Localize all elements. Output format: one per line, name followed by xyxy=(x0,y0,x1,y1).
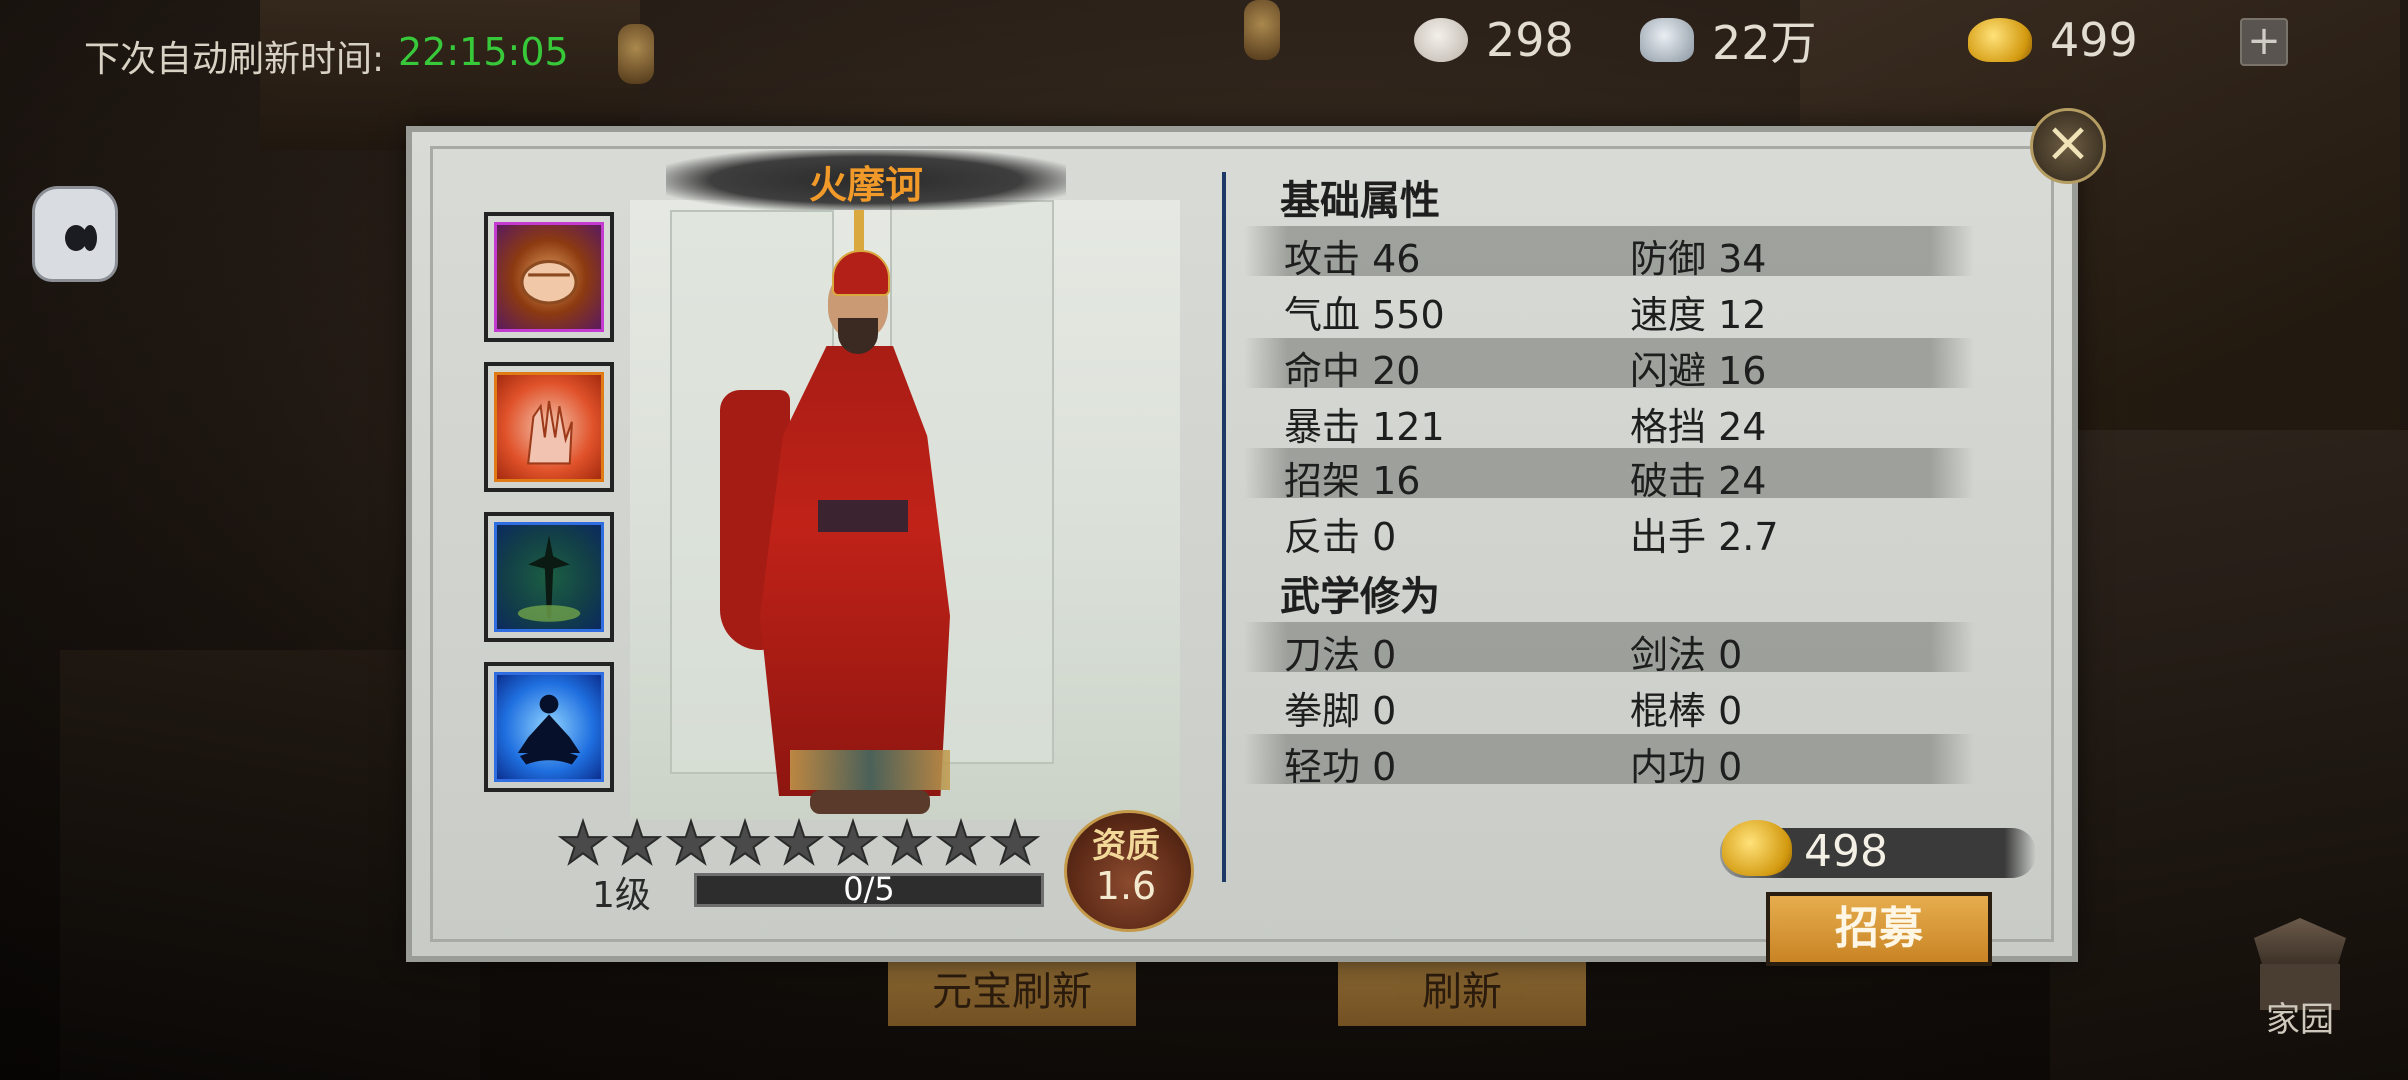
exp-progress-text: 0/5 xyxy=(843,870,895,908)
stat-speed: 速度 12 xyxy=(1630,293,1767,337)
basic-attributes-title: 基础属性 xyxy=(1280,178,1440,224)
stat-row: 反击 0 出手 2.7 xyxy=(1244,504,1974,559)
hero-hat xyxy=(832,250,890,296)
stat-fist: 拳脚 0 xyxy=(1284,689,1397,733)
home-roof-icon xyxy=(2254,918,2346,968)
stat-action: 出手 2.7 xyxy=(1630,515,1779,559)
auto-refresh-timer: 22:15:05 xyxy=(398,30,569,74)
lantern-decoration xyxy=(618,24,654,84)
stat-hp: 气血 550 xyxy=(1284,293,1445,337)
stat-row: 暴击 121 格挡 24 xyxy=(1244,394,1974,449)
skill-slot-2[interactable] xyxy=(484,362,614,492)
skill-slot-1[interactable] xyxy=(484,212,614,342)
star-icon: ★ xyxy=(718,809,772,877)
aptitude-value: 1.6 xyxy=(1095,864,1157,908)
stat-counter: 反击 0 xyxy=(1284,515,1397,559)
yuanbao-refresh-button[interactable]: 元宝刷新 xyxy=(888,956,1136,1026)
star-icon: ★ xyxy=(610,809,664,877)
stat-break: 破击 24 xyxy=(1630,459,1767,503)
star-icon: ★ xyxy=(826,809,880,877)
meditation-skill-icon xyxy=(494,672,604,782)
hero-name: 火摩诃 xyxy=(808,163,923,207)
skill-slot-4[interactable] xyxy=(484,662,614,792)
stat-row: 命中 20 闪避 16 xyxy=(1244,338,1974,393)
star-icon: ★ xyxy=(664,809,718,877)
stat-block: 格挡 24 xyxy=(1630,405,1767,449)
silver-ingot-icon xyxy=(1640,18,1694,62)
resource-gold: 499 xyxy=(1968,10,2138,70)
stat-dodge: 闪避 16 xyxy=(1630,349,1767,393)
star-icon: ★ xyxy=(880,809,934,877)
hero-figure xyxy=(720,210,980,820)
gold-ingot-icon xyxy=(1968,18,2032,62)
star-icon: ★ xyxy=(988,809,1042,877)
hero-plume xyxy=(854,210,864,254)
player-avatar[interactable] xyxy=(32,186,118,282)
hero-robe-hem xyxy=(790,750,950,790)
silver-count: 22万 xyxy=(1712,16,1817,70)
auto-refresh-label: 下次自动刷新时间: xyxy=(84,39,385,80)
star-icon: ★ xyxy=(772,809,826,877)
star-rating: ★ ★ ★ ★ ★ ★ ★ ★ ★ xyxy=(556,809,1042,877)
stat-staff: 棍棒 0 xyxy=(1630,689,1743,733)
bun-count: 298 xyxy=(1486,13,1574,67)
skill-slot-3[interactable] xyxy=(484,512,614,642)
stat-row: 招架 16 破击 24 xyxy=(1244,448,1974,503)
panel-divider xyxy=(1222,172,1226,882)
stat-row: 拳脚 0 棍棒 0 xyxy=(1244,678,1974,733)
bun-icon xyxy=(1414,18,1468,62)
stat-inner-power: 内功 0 xyxy=(1630,745,1743,789)
stat-attack: 攻击 46 xyxy=(1284,237,1421,281)
blade-grass-skill-icon xyxy=(494,522,604,632)
martial-attributes-title: 武学修为 xyxy=(1280,574,1440,620)
home-label: 家园 xyxy=(2266,1000,2334,1040)
refresh-button[interactable]: 刷新 xyxy=(1338,956,1586,1026)
star-icon: ★ xyxy=(934,809,988,877)
stat-defense: 防御 34 xyxy=(1630,237,1767,281)
add-currency-button[interactable]: + xyxy=(2240,18,2288,66)
resource-silver: 22万 xyxy=(1640,10,1817,70)
stat-critical: 暴击 121 xyxy=(1284,405,1445,449)
stat-parry: 招架 16 xyxy=(1284,459,1421,503)
hero-level: 1级 xyxy=(592,875,651,916)
lantern-decoration xyxy=(1244,0,1280,60)
stat-row: 轻功 0 内功 0 xyxy=(1244,734,1974,789)
palm-skill-icon xyxy=(494,372,604,482)
close-button[interactable]: × xyxy=(2030,108,2106,184)
gold-count: 499 xyxy=(2050,13,2138,67)
recruit-button[interactable]: 招募 xyxy=(1766,892,1992,966)
avatar-eye xyxy=(83,225,97,251)
stat-row: 气血 550 速度 12 xyxy=(1244,282,1974,337)
star-icon: ★ xyxy=(556,809,610,877)
stat-saber: 刀法 0 xyxy=(1284,633,1397,677)
aptitude-label: 资质 xyxy=(1092,826,1160,866)
recruit-cost-value: 498 xyxy=(1804,826,1888,877)
fist-skill-icon xyxy=(494,222,604,332)
stat-row: 攻击 46 防御 34 xyxy=(1244,226,1974,281)
resource-bun: 298 xyxy=(1414,10,1574,70)
stat-accuracy: 命中 20 xyxy=(1284,349,1421,393)
stat-sword: 剑法 0 xyxy=(1630,633,1743,677)
home-button[interactable]: 家园 xyxy=(2240,912,2360,1042)
stat-row: 刀法 0 剑法 0 xyxy=(1244,622,1974,677)
hero-sash xyxy=(818,500,908,532)
stat-lightness: 轻功 0 xyxy=(1284,745,1397,789)
gold-ingot-icon xyxy=(1722,820,1792,876)
